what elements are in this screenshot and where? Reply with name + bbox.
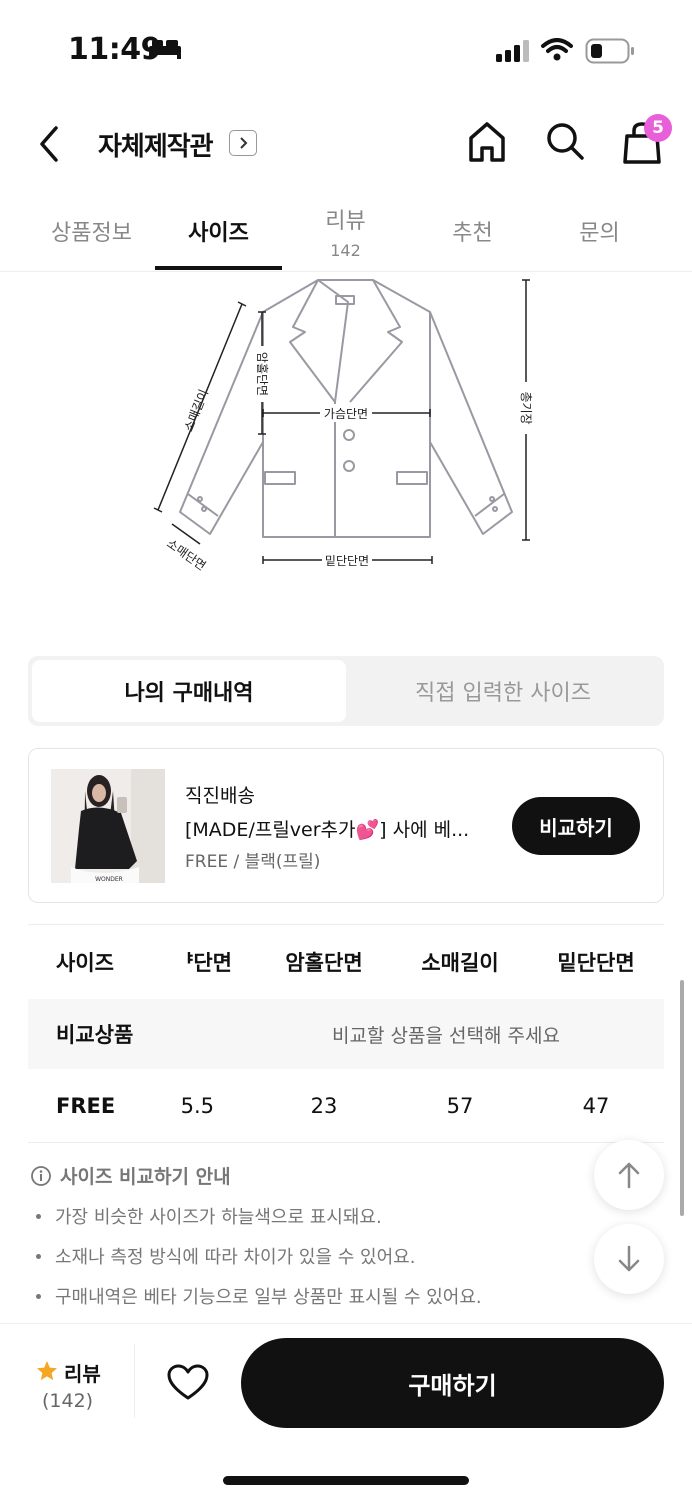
- compare-product-card: WONDER 직진배송 [MADE/프릴ver추가💕] 사에 베... FREE…: [28, 748, 664, 903]
- guide-item-text: 구매내역은 베타 기능으로 일부 상품만 표시될 수 있어요.: [55, 1287, 482, 1308]
- scroll-bottom-button[interactable]: [594, 1224, 664, 1294]
- table-header-row: 사이즈 ᅣ단면 암홀단면 소매길이 밑단단면: [28, 925, 664, 999]
- guide-item: 가장 비슷한 사이즈가 하늘색으로 표시돼요.: [30, 1203, 630, 1229]
- bottom-action-bar: 리뷰 (142) 구매하기: [0, 1323, 692, 1500]
- table-cell: FREE: [56, 1093, 116, 1118]
- table-cell: 47: [582, 1093, 610, 1118]
- table-header: 밑단단면: [557, 951, 635, 975]
- product-name: [MADE/프릴ver추가💕] 사에 베...: [185, 819, 470, 841]
- tab-review[interactable]: 리뷰 142: [282, 190, 409, 272]
- diagram-label-sleeve-length: 소매길이: [182, 387, 212, 433]
- status-bar: 11:49: [0, 0, 692, 100]
- divider: [134, 1344, 135, 1418]
- tab-bar: 상품정보 사이즈 리뷰 142 추천 문의: [0, 190, 692, 272]
- scrollbar[interactable]: [680, 980, 684, 1216]
- diagram-label-total-length: 총기장: [519, 391, 533, 424]
- buy-button[interactable]: 구매하기: [241, 1338, 664, 1428]
- tab-label: 리뷰: [325, 208, 366, 234]
- compare-button[interactable]: 비교하기: [512, 797, 640, 855]
- table-header: 소매길이: [421, 951, 499, 975]
- tab-review-count: 142: [330, 240, 361, 260]
- table-cell: 5.5: [180, 1093, 214, 1118]
- product-shipping: 직진배송: [185, 785, 255, 807]
- guide-item-text: 소재나 측정 방식에 따라 차이가 있을 수 있어요.: [55, 1247, 416, 1268]
- guide-title: 사이즈 비교하기 안내: [30, 1162, 630, 1189]
- table-header: 암홀단면: [285, 951, 363, 975]
- home-icon[interactable]: [468, 120, 506, 164]
- segment-manual-size[interactable]: 직접 입력한 사이즈: [346, 660, 660, 722]
- arrow-down-icon: [618, 1245, 640, 1272]
- store-title[interactable]: 자체제작관: [98, 126, 214, 163]
- thumbnail-brand-text: WONDER: [95, 876, 123, 883]
- tab-recommend[interactable]: 추천: [409, 190, 536, 272]
- size-diagram: 가슴단면 밑단단면 총기장 암홀단면 소매길이 소매단면: [153, 279, 536, 573]
- tab-inquiry[interactable]: 문의: [536, 190, 663, 272]
- diagram-label-hem: 밑단단면: [325, 554, 369, 568]
- product-option: FREE / 블랙(프릴): [185, 852, 321, 872]
- cart-count-badge: 5: [644, 114, 672, 142]
- tab-label: 문의: [579, 221, 620, 246]
- compare-row-message: 비교할 상품을 선택해 주세요: [332, 1024, 560, 1047]
- history-segment-control: 나의 구매내역 직접 입력한 사이즈: [28, 656, 664, 726]
- heart-icon[interactable]: [167, 1364, 209, 1402]
- compare-row-label: 비교상품: [56, 1023, 134, 1047]
- star-icon: [37, 1361, 57, 1381]
- header: 자체제작관: [0, 110, 692, 180]
- search-icon[interactable]: [545, 120, 585, 164]
- table-row: 비교상품 비교할 상품을 선택해 주세요: [28, 999, 664, 1069]
- review-count[interactable]: (142): [42, 1390, 93, 1412]
- table-cell: 23: [310, 1093, 338, 1118]
- scroll-top-button[interactable]: [594, 1140, 664, 1210]
- guide-item: 소재나 측정 방식에 따라 차이가 있을 수 있어요.: [30, 1243, 630, 1269]
- tab-product-info[interactable]: 상품정보: [28, 190, 155, 272]
- size-compare-guide: 사이즈 비교하기 안내 가장 비슷한 사이즈가 하늘색으로 표시돼요. 소재나 …: [30, 1162, 630, 1309]
- tab-label: 사이즈: [188, 221, 249, 246]
- review-label[interactable]: 리뷰: [64, 1358, 101, 1387]
- table-cell: 57: [446, 1093, 474, 1118]
- diagram-label-chest: 가슴단면: [324, 407, 368, 421]
- diagram-label-sleeve-width: 소매단면: [164, 536, 208, 573]
- diagram-label-armhole: 암홀단면: [255, 352, 269, 396]
- segment-purchase-history[interactable]: 나의 구매내역: [32, 660, 346, 722]
- size-compare-table: 사이즈 ᅣ단면 암홀단면 소매길이 밑단단면 비교상품 비교할 상품을 선택해 …: [28, 924, 664, 1143]
- table-row: FREE 5.5 23 57 47: [28, 1069, 664, 1143]
- tab-label: 추천: [452, 221, 493, 246]
- wifi-icon: [541, 38, 573, 61]
- tab-label: 상품정보: [51, 221, 132, 246]
- home-indicator[interactable]: [223, 1476, 469, 1485]
- battery-icon: [585, 38, 634, 64]
- signal-icon: [496, 40, 529, 62]
- active-tab-underline: [155, 266, 282, 270]
- chevron-right-icon[interactable]: [229, 130, 257, 156]
- guide-title-text: 사이즈 비교하기 안내: [60, 1166, 231, 1188]
- tab-size[interactable]: 사이즈: [155, 190, 282, 272]
- table-header: 사이즈: [56, 951, 114, 975]
- product-thumbnail[interactable]: WONDER: [51, 769, 165, 883]
- bed-icon: [149, 40, 181, 59]
- back-arrow-icon[interactable]: [34, 122, 64, 166]
- arrow-up-icon: [618, 1162, 640, 1189]
- guide-item-text: 가장 비슷한 사이즈가 하늘색으로 표시돼요.: [55, 1207, 382, 1228]
- info-icon: [31, 1165, 51, 1186]
- table-header: ᅣ단면: [174, 951, 232, 975]
- guide-item: 구매내역은 베타 기능으로 일부 상품만 표시될 수 있어요.: [30, 1283, 630, 1309]
